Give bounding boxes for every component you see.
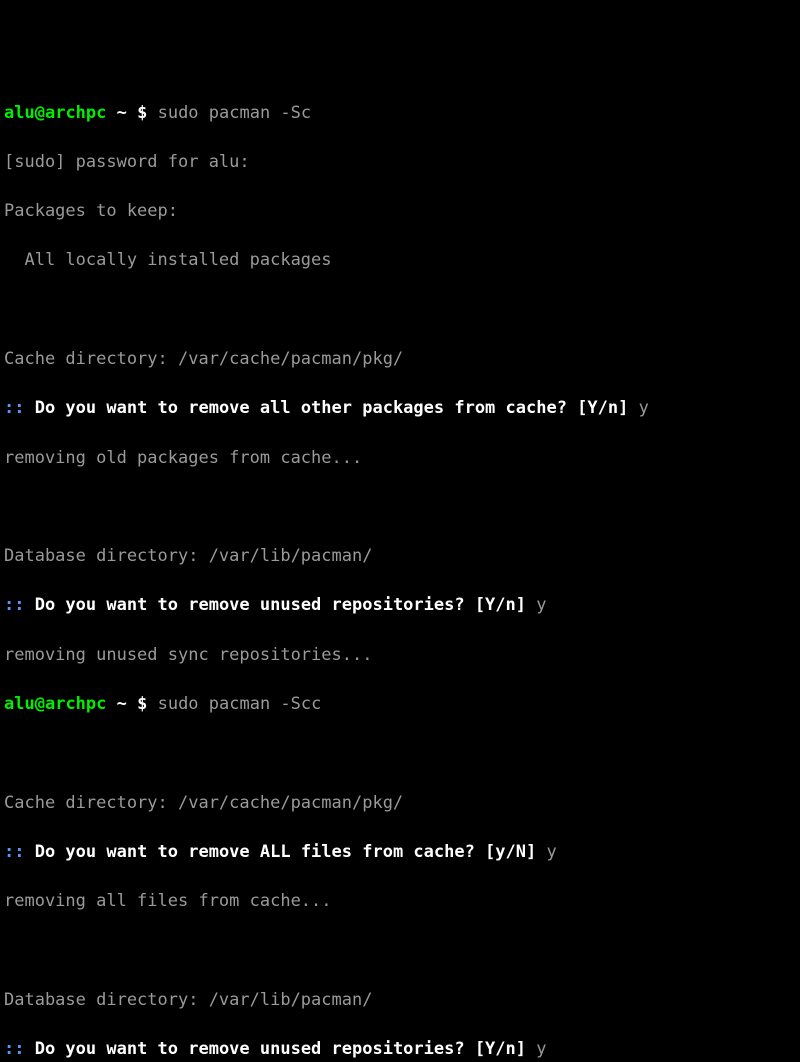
terminal-line: removing all files from cache... (4, 889, 796, 914)
prompt-path: ~ (106, 694, 137, 714)
dcolon-icon: :: (4, 842, 35, 862)
command-text: sudo pacman -Scc (158, 694, 322, 714)
terminal-blank (4, 938, 796, 963)
dcolon-icon: :: (4, 398, 35, 418)
prompt-host: archpc (45, 103, 106, 123)
terminal-blank (4, 741, 796, 766)
prompt-question: Do you want to remove ALL files from cac… (35, 842, 547, 862)
prompt-host: archpc (45, 694, 106, 714)
terminal-line: Database directory: /var/lib/pacman/ (4, 544, 796, 569)
prompt-question: Do you want to remove unused repositorie… (35, 1039, 537, 1059)
dcolon-icon: :: (4, 1039, 35, 1059)
prompt-path: ~ (106, 103, 137, 123)
user-input[interactable]: y (639, 398, 649, 418)
prompt-user: alu (4, 103, 35, 123)
terminal-line: Cache directory: /var/cache/pacman/pkg/ (4, 347, 796, 372)
prompt-question: Do you want to remove all other packages… (35, 398, 639, 418)
terminal-line: removing unused sync repositories... (4, 643, 796, 668)
user-input[interactable]: y (536, 1039, 546, 1059)
terminal-line: :: Do you want to remove all other packa… (4, 396, 796, 421)
prompt-at: @ (35, 694, 45, 714)
terminal-line: :: Do you want to remove unused reposito… (4, 1037, 796, 1062)
terminal-line: Cache directory: /var/cache/pacman/pkg/ (4, 791, 796, 816)
terminal-line: alu@archpc ~ $ sudo pacman -Sc (4, 101, 796, 126)
user-input[interactable]: y (546, 842, 556, 862)
prompt-dollar: $ (137, 103, 157, 123)
terminal-line: Packages to keep: (4, 199, 796, 224)
terminal-line: All locally installed packages (4, 248, 796, 273)
terminal-blank (4, 298, 796, 323)
terminal-line: alu@archpc ~ $ sudo pacman -Scc (4, 692, 796, 717)
user-input[interactable]: y (536, 595, 546, 615)
terminal-line: [sudo] password for alu: (4, 150, 796, 175)
prompt-at: @ (35, 103, 45, 123)
terminal-line: :: Do you want to remove ALL files from … (4, 840, 796, 865)
prompt-dollar: $ (137, 694, 157, 714)
prompt-question: Do you want to remove unused repositorie… (35, 595, 537, 615)
prompt-user: alu (4, 694, 35, 714)
dcolon-icon: :: (4, 595, 35, 615)
terminal-blank (4, 495, 796, 520)
command-text: sudo pacman -Sc (158, 103, 312, 123)
terminal-line: :: Do you want to remove unused reposito… (4, 593, 796, 618)
terminal-line: removing old packages from cache... (4, 446, 796, 471)
terminal-line: Database directory: /var/lib/pacman/ (4, 988, 796, 1013)
